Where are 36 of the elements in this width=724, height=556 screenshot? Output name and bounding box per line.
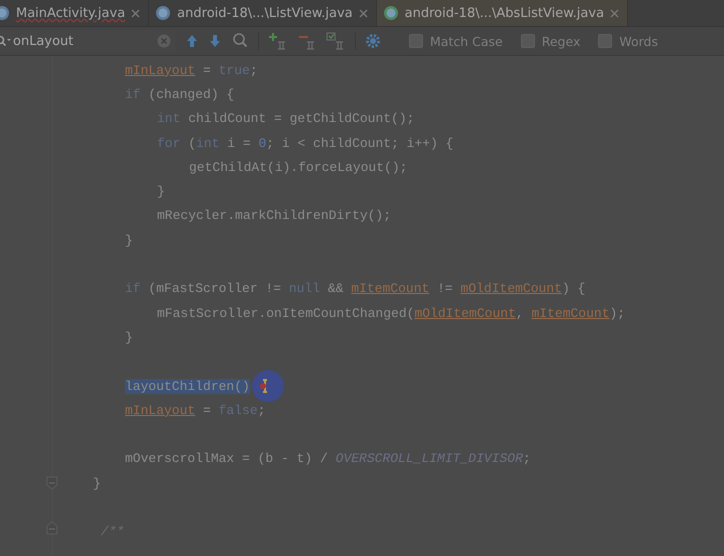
fold-marker-icon[interactable] [46, 476, 58, 490]
code-line: if (mFastScroller != null && mItemCount != mOldItemCount) { [125, 281, 586, 296]
add-selection-icon[interactable] [268, 32, 288, 50]
settings-icon[interactable] [365, 33, 381, 49]
code-line: getChildAt(i).forceLayout(); [189, 160, 408, 175]
code-line: mFastScroller.onItemCountChanged(mOldItemCount, mItemCount); [157, 306, 626, 321]
code-line: } [93, 476, 101, 491]
arrow-down-icon[interactable] [208, 33, 222, 49]
code-line: mOverscrollMax = (b - t) / OVERSCROLL_LIMIT_DIVISOR; [125, 451, 531, 466]
code-line: } [125, 330, 133, 345]
fold-marker-icon[interactable] [46, 521, 58, 535]
search-option-checkbox[interactable]: Regex [520, 34, 580, 48]
arrow-up-icon[interactable] [185, 33, 199, 49]
code-line: mRecycler.markChildrenDirty(); [157, 208, 392, 224]
code-line: int childCount = getChildCount(); [157, 111, 414, 126]
class-file-icon [382, 5, 399, 21]
search-option-checkbox[interactable]: Match Case [409, 34, 503, 48]
editor-tab[interactable]: android-18\...\AbsListView.java [376, 0, 628, 26]
editor-tab[interactable]: MainActivity.java [0, 0, 150, 26]
code-line: for (int i = 0; i < childCount; i++) { [157, 136, 454, 151]
search-option-checkbox[interactable]: Words [598, 34, 658, 48]
class-file-icon [155, 5, 172, 21]
close-icon[interactable] [610, 8, 620, 18]
code-line: } [125, 232, 133, 248]
close-icon[interactable] [358, 8, 368, 18]
code-line: /** [100, 524, 124, 540]
code-line: if (changed) { [125, 86, 234, 102]
code-line: } [157, 184, 165, 200]
find-all-icon[interactable] [231, 32, 249, 50]
editor-tab[interactable]: android-18\...\ListView.java [149, 0, 377, 26]
code-line: mInLayout = true; [125, 62, 258, 78]
search-field[interactable]: onLayout [13, 34, 155, 48]
clear-icon[interactable] [157, 34, 171, 48]
close-icon[interactable] [131, 8, 140, 18]
select-all-occurrences-icon[interactable] [326, 32, 346, 50]
code-line: mInLayout = false; [125, 402, 266, 418]
